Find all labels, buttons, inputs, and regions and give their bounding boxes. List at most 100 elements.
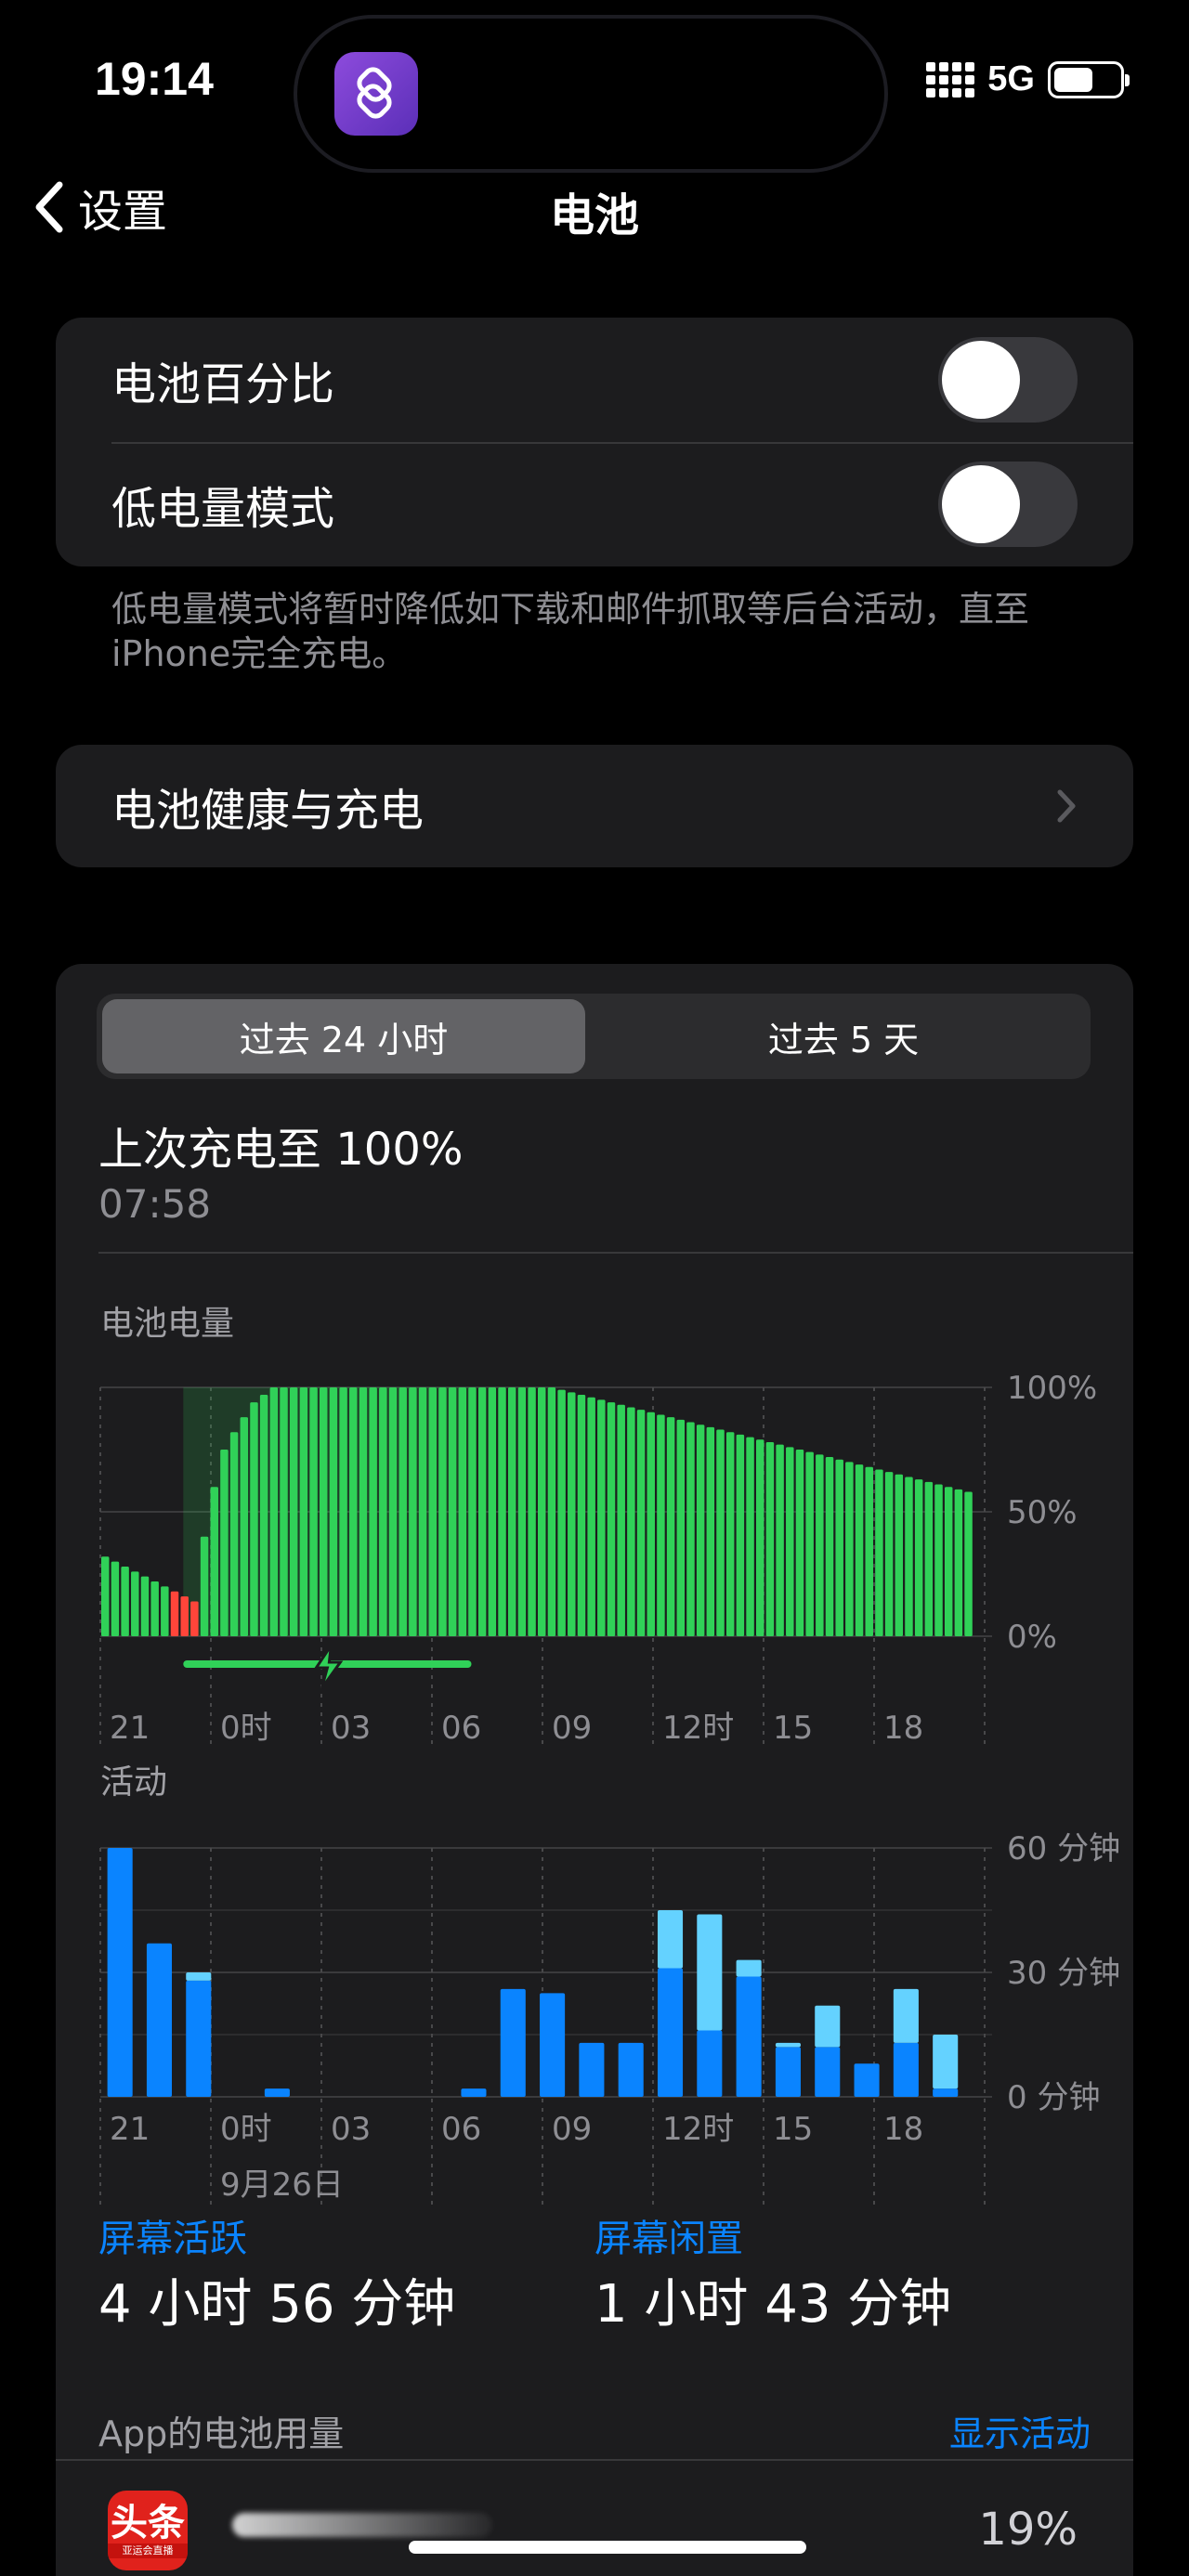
divider — [98, 1252, 1133, 1254]
battery-bar — [736, 1434, 745, 1636]
battery-bar — [865, 1466, 873, 1636]
show-activity-link[interactable]: 显示活动 — [949, 2405, 1091, 2456]
toggle-knob — [942, 465, 1020, 543]
battery-health-row[interactable]: 电池健康与充电 — [56, 745, 1133, 867]
battery-bar — [289, 1387, 298, 1636]
battery-bar — [399, 1387, 407, 1636]
battery-bar — [577, 1395, 586, 1636]
screen-on-bar — [579, 2042, 605, 2097]
x-tick-label: 03 — [331, 2111, 371, 2148]
battery-bar — [259, 1395, 268, 1636]
app-name-blurred — [232, 2513, 492, 2537]
screen-on-bar — [815, 2047, 841, 2097]
screen-off-bar — [893, 1988, 919, 2043]
battery-bar — [746, 1437, 754, 1636]
last-charged-title: 上次充电至 100% — [98, 1124, 464, 1176]
segment-5-days[interactable]: 过去 5 天 — [602, 999, 1085, 1073]
battery-bar — [229, 1432, 239, 1636]
battery-bar — [458, 1387, 467, 1636]
battery-bar — [269, 1387, 279, 1636]
x-tick-label: 12时 — [662, 1710, 734, 1747]
battery-health-label: 电池健康与充电 — [111, 785, 425, 837]
toggle-knob — [942, 341, 1020, 419]
home-indicator[interactable] — [409, 2541, 806, 2554]
battery-bar — [101, 1556, 110, 1636]
status-indicators: 5G — [926, 59, 1130, 99]
battery-bar — [776, 1444, 784, 1636]
battery-bar — [359, 1387, 368, 1636]
battery-bar — [696, 1425, 705, 1636]
battery-bar — [161, 1586, 169, 1636]
battery-bar — [716, 1429, 725, 1636]
battery-bar — [666, 1417, 675, 1636]
battery-bar — [805, 1451, 814, 1636]
battery-percentage-toggle[interactable] — [938, 337, 1078, 423]
battery-bar — [111, 1561, 120, 1636]
battery-bar — [944, 1487, 953, 1636]
activity-chart[interactable]: 60 分钟 30 分钟 0 分钟 21 0时 03 06 09 12时 15 18 9月26日 — [56, 1802, 1133, 2210]
battery-bar — [150, 1581, 159, 1636]
screen-on-bar — [657, 1968, 684, 2097]
x-tick-label: 0时 — [220, 1710, 272, 1747]
date-label: 9月26日 — [220, 2166, 344, 2204]
battery-bar — [557, 1389, 566, 1636]
battery-bar — [725, 1432, 735, 1636]
screen-off-label: 屏幕闲置 — [594, 2218, 743, 2260]
screen-on-bar — [264, 2088, 290, 2097]
battery-bar — [379, 1387, 387, 1636]
divider — [56, 2459, 1133, 2461]
settings-toggles-card: 电池百分比 低电量模式 — [56, 318, 1133, 566]
screen-off-bar — [933, 2035, 959, 2089]
battery-bar — [200, 1536, 209, 1636]
chevron-right-icon — [1057, 789, 1076, 823]
battery-bar — [131, 1571, 139, 1636]
screen-on-bar — [854, 2063, 880, 2097]
low-power-toggle[interactable] — [938, 462, 1078, 547]
low-power-row: 低电量模式 — [56, 442, 1133, 566]
x-tick-label: 06 — [441, 1710, 481, 1747]
battery-bar — [964, 1491, 973, 1636]
battery-bar — [786, 1447, 794, 1636]
battery-fill — [1054, 67, 1092, 92]
battery-bar — [468, 1387, 477, 1636]
battery-bar — [538, 1387, 546, 1636]
battery-bar — [418, 1387, 427, 1636]
segment-24-hours[interactable]: 过去 24 小时 — [102, 999, 585, 1073]
app-usage-label: App的电池用量 — [98, 2413, 345, 2454]
toutiao-app-icon[interactable]: 头条 亚运会直播 — [108, 2491, 188, 2570]
battery-bar — [299, 1387, 308, 1636]
battery-bar — [825, 1457, 834, 1636]
time-range-segmented-control: 过去 24 小时 过去 5 天 — [97, 994, 1091, 1079]
battery-usage-card: 过去 24 小时 过去 5 天 上次充电至 100% 07:58 电池电量 10… — [56, 964, 1133, 2576]
battery-bar — [220, 1450, 229, 1636]
battery-bar — [190, 1601, 199, 1636]
cellular-signal-icon — [926, 61, 975, 98]
battery-bar — [438, 1387, 447, 1636]
battery-bar — [309, 1387, 318, 1636]
battery-bar — [756, 1439, 764, 1636]
x-tick-label: 18 — [883, 1710, 923, 1747]
shortcuts-icon — [357, 67, 392, 119]
screen-off-bar — [657, 1910, 684, 1969]
battery-bar — [795, 1450, 804, 1636]
x-tick-label: 15 — [773, 1710, 813, 1747]
battery-percentage-row: 电池百分比 — [56, 318, 1133, 442]
battery-level-chart[interactable]: 100% 50% 0% 21 0时 03 06 09 12时 15 18 — [56, 1335, 1133, 1763]
page-title: 电池 — [549, 189, 639, 241]
x-tick-label: 21 — [110, 2111, 150, 2148]
battery-bar — [210, 1487, 218, 1636]
screen-on-bar — [540, 1993, 566, 2097]
shortcuts-app-icon[interactable] — [334, 52, 418, 136]
screen-off-bar — [697, 1914, 723, 2031]
charging-bolt-icon — [313, 1645, 344, 1689]
y-tick-label: 100% — [1007, 1370, 1097, 1407]
battery-bar — [686, 1422, 695, 1636]
battery-bar — [884, 1472, 894, 1636]
battery-bar — [895, 1474, 904, 1636]
battery-bar — [845, 1462, 854, 1636]
screen-on-label: 屏幕活跃 — [98, 2218, 247, 2260]
screen-on-value: 4 小时 56 分钟 — [98, 2274, 456, 2335]
x-tick-label: 0时 — [220, 2111, 272, 2148]
screen-on-bar — [146, 1943, 173, 2097]
battery-bar — [617, 1404, 625, 1636]
